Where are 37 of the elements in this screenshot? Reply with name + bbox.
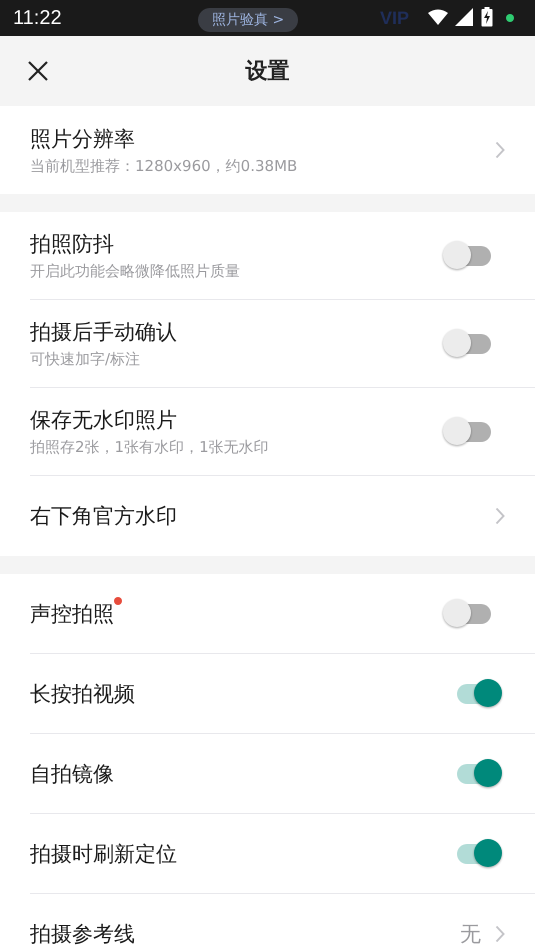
- settings-row[interactable]: 拍摄后手动确认 可快速加字/标注: [30, 300, 535, 388]
- setting-title: 保存无水印照片: [30, 407, 177, 434]
- settings-row[interactable]: 长按拍视频: [30, 654, 535, 734]
- setting-title: 拍照防抖: [30, 231, 114, 258]
- wifi-icon: [428, 9, 448, 25]
- setting-description: 开启此功能会略微降低照片质量: [30, 262, 241, 281]
- setting-title: 长按拍视频: [30, 680, 135, 708]
- setting-title: 拍摄后手动确认: [30, 319, 177, 346]
- clock: 11:22: [13, 6, 62, 30]
- setting-title: 拍摄时刷新定位: [30, 840, 177, 868]
- setting-title: 拍摄参考线: [30, 921, 135, 948]
- settings-row[interactable]: 声控拍照: [30, 574, 535, 654]
- badge-label: 照片验真 >: [198, 8, 298, 32]
- settings-row[interactable]: 保存无水印照片 拍照存2张，1张有水印，1张无水印: [30, 388, 535, 476]
- signal-icon: [455, 8, 473, 26]
- battery-charging-icon: [481, 7, 493, 27]
- setting-value: 无: [460, 921, 481, 948]
- vip-label: VIP: [380, 8, 410, 29]
- setting-title: 右下角官方水印: [30, 503, 177, 530]
- chevron-right-icon: [495, 925, 505, 943]
- settings-row[interactable]: 拍照防抖 开启此功能会略微降低照片质量: [30, 212, 535, 300]
- settings-row[interactable]: 照片分辨率 当前机型推荐：1280x960，约0.38MB: [30, 106, 535, 194]
- status-dot-icon: [505, 13, 515, 23]
- setting-description: 当前机型推荐：1280x960，约0.38MB: [30, 156, 298, 176]
- close-button[interactable]: [27, 60, 49, 82]
- setting-title: 自拍镜像: [30, 760, 114, 788]
- setting-title: 照片分辨率: [30, 126, 135, 152]
- settings-row[interactable]: 右下角官方水印: [30, 476, 535, 556]
- chevron-right-icon: [495, 507, 505, 525]
- setting-description: 拍照存2张，1张有水印，1张无水印: [30, 438, 270, 457]
- setting-description: 可快速加字/标注: [30, 350, 142, 369]
- page-title: 设置: [246, 58, 290, 86]
- settings-row[interactable]: 自拍镜像: [30, 734, 535, 814]
- settings-row[interactable]: 拍摄时刷新定位: [30, 814, 535, 894]
- settings-row[interactable]: 拍摄参考线 无: [30, 894, 535, 951]
- chevron-right-icon: [495, 141, 505, 159]
- setting-title: 声控拍照: [30, 600, 114, 628]
